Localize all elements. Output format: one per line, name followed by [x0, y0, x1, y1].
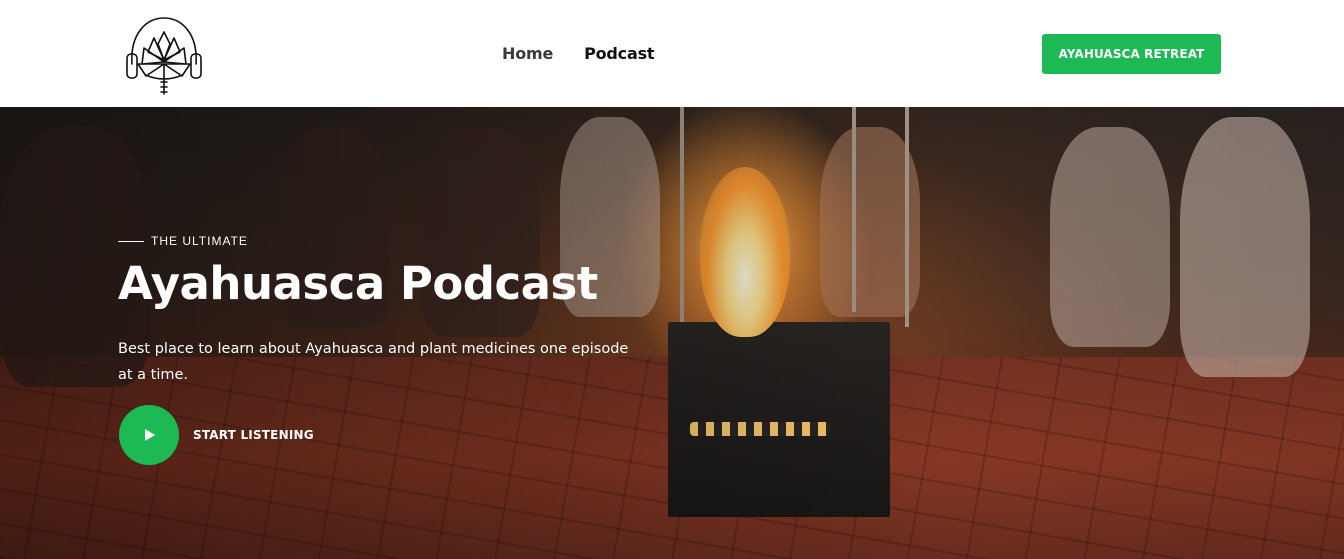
- eyebrow-text: THE ULTIMATE: [151, 234, 248, 248]
- play-icon: [145, 429, 155, 441]
- ayahuasca-retreat-button[interactable]: AYAHUASCA RETREAT: [1042, 34, 1221, 74]
- hero-section: THE ULTIMATE Ayahuasca Podcast Best plac…: [0, 107, 1344, 559]
- site-logo[interactable]: [124, 12, 204, 96]
- hero-title: Ayahuasca Podcast: [118, 257, 598, 310]
- play-button[interactable]: [119, 405, 179, 465]
- hero-eyebrow: THE ULTIMATE: [118, 234, 248, 248]
- lotus-headphones-logo-icon: [126, 17, 202, 95]
- start-listening-label: START LISTENING: [193, 428, 314, 442]
- hero-overlay: [0, 107, 1344, 559]
- main-nav: Home Podcast: [502, 44, 655, 63]
- nav-item-podcast[interactable]: Podcast: [584, 44, 654, 63]
- site-header: Home Podcast AYAHUASCA RETREAT: [0, 0, 1344, 107]
- start-listening-button[interactable]: START LISTENING: [119, 405, 314, 465]
- eyebrow-line: [118, 240, 144, 242]
- nav-item-home[interactable]: Home: [502, 44, 553, 63]
- hero-description: Best place to learn about Ayahuasca and …: [118, 341, 629, 383]
